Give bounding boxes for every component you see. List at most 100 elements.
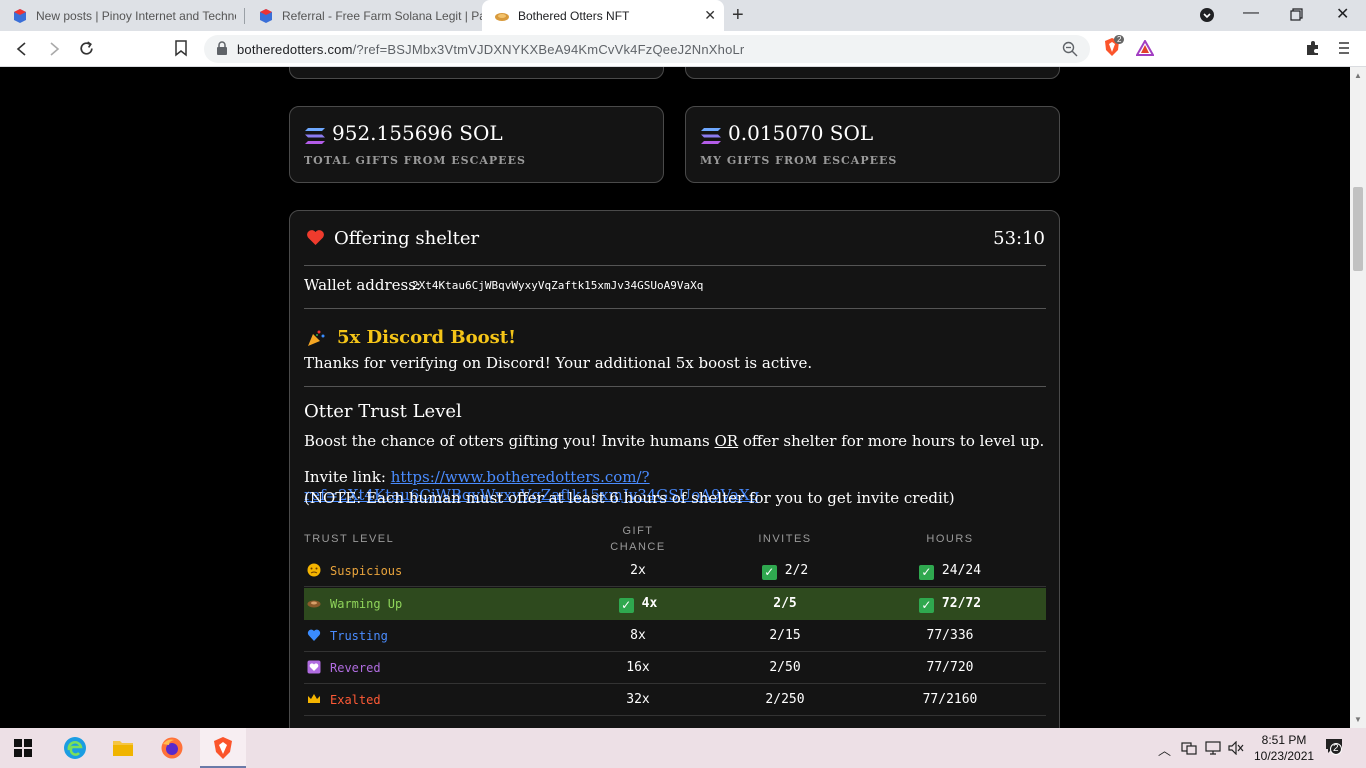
desc-part: Boost the chance of otters gifting you! … — [304, 432, 715, 450]
gift-chance: 2x — [630, 563, 646, 578]
clock-date: 10/23/2021 — [1254, 749, 1315, 763]
menu-icon[interactable] — [1338, 41, 1350, 55]
trust-row-trusting: Trusting 8x 2/15 77/336 — [304, 620, 1046, 652]
total-gifts-value: 952.155696 SOL — [332, 121, 503, 145]
header-trust-level: TRUST LEVEL — [304, 533, 395, 545]
hours-cell: ✓ 24/24 — [900, 563, 1000, 580]
show-hidden-icons[interactable]: ︿ — [1158, 740, 1171, 759]
discord-boost-title: 5x Discord Boost! — [337, 327, 516, 348]
check-icon: ✓ — [761, 565, 777, 580]
file-explorer-icon[interactable] — [111, 736, 135, 760]
volume-muted-icon[interactable] — [1228, 741, 1244, 755]
brave-rewards-icon[interactable] — [1136, 40, 1154, 56]
trust-row-warming-up: Warming Up ✓ 4x 2/5 ✓ 72/72 — [304, 588, 1046, 620]
firefox-icon[interactable] — [160, 736, 184, 760]
brave-shields-button[interactable]: 2 — [1102, 35, 1125, 59]
gift-chance: 8x — [630, 628, 646, 643]
invites-cell: ✓ 2/2 — [735, 563, 835, 580]
gift-chance: 4x — [641, 596, 658, 611]
hours-value: 77/336 — [926, 628, 974, 643]
trust-row-suspicious: Suspicious 2x ✓ 2/2 ✓ 24/24 — [304, 555, 1046, 587]
hours-cell: ✓ 72/72 — [900, 596, 1000, 613]
invites-value: 2/250 — [765, 692, 805, 707]
notification-count: 2 — [1330, 743, 1342, 755]
new-tab-button[interactable]: + — [732, 4, 744, 27]
brave-taskbar-item[interactable] — [200, 728, 246, 768]
extensions-puzzle-icon[interactable] — [1305, 40, 1321, 56]
solana-icon — [305, 128, 325, 144]
shelter-title: Offering shelter — [334, 228, 480, 249]
total-gifts-card: 952.155696 SOL TOTAL GIFTS FROM ESCAPEES — [289, 106, 664, 183]
minimize-icon[interactable]: — — [1243, 4, 1259, 22]
tab-bar: New posts | Pinoy Internet and Techno Re… — [0, 0, 1366, 31]
windows-start-icon[interactable] — [14, 739, 32, 757]
network-monitor-icon[interactable] — [1204, 741, 1222, 755]
tab-title: New posts | Pinoy Internet and Techno — [36, 8, 236, 23]
desc-part: offer shelter for more hours to level up… — [738, 432, 1045, 450]
network-device-icon[interactable] — [1181, 741, 1197, 755]
gift-chance: 32x — [626, 692, 650, 707]
scroll-up-icon[interactable]: ▲ — [1354, 71, 1362, 80]
solana-icon — [701, 128, 721, 144]
zoom-icon[interactable] — [1062, 41, 1078, 57]
restore-icon[interactable] — [1290, 8, 1303, 21]
total-gifts-label: TOTAL GIFTS FROM ESCAPEES — [304, 154, 526, 167]
heart-icon — [307, 230, 324, 245]
trust-level-name: Trusting — [330, 629, 388, 643]
edge-browser-icon[interactable] — [63, 736, 87, 760]
invite-note: (NOTE: Each human must offer at least 6 … — [304, 489, 955, 507]
hours-value: 72/72 — [941, 596, 982, 611]
trust-level-name: Suspicious — [330, 564, 403, 578]
forward-icon[interactable] — [46, 41, 62, 57]
tab-pinoy-internet[interactable]: New posts | Pinoy Internet and Techno — [0, 0, 244, 31]
clock-time: 8:51 PM — [1261, 733, 1307, 747]
crown-icon — [308, 694, 320, 703]
my-gifts-label: MY GIFTS FROM ESCAPEES — [700, 154, 898, 167]
blue-heart-icon — [307, 629, 321, 641]
check-icon: ✓ — [918, 598, 934, 613]
wallet-label: Wallet address: — [304, 276, 421, 294]
header-hours: HOURS — [926, 533, 974, 545]
party-popper-icon — [308, 330, 325, 346]
back-icon[interactable] — [14, 41, 30, 57]
check-icon: ✓ — [918, 565, 934, 580]
close-tab-icon[interactable]: ✕ — [704, 7, 716, 24]
check-icon: ✓ — [618, 598, 634, 613]
trust-row-revered: Revered 16x 2/50 77/720 — [304, 652, 1046, 684]
tab-referral[interactable]: Referral - Free Farm Solana Legit | Pag — [246, 0, 482, 31]
action-center-button[interactable]: 2 — [1325, 738, 1345, 758]
heart-decoration-icon — [307, 660, 321, 674]
scrollbar-thumb[interactable] — [1353, 187, 1363, 271]
invite-label: Invite link: — [304, 468, 391, 486]
gift-chance-cell: ✓ 4x — [588, 596, 688, 613]
url-domain: botheredotters.com — [237, 42, 353, 57]
browser-toolbar: botheredotters.com/?ref=BSJMbx3VtmVJDXNY… — [0, 31, 1366, 67]
scroll-down-icon[interactable]: ▼ — [1354, 715, 1362, 724]
lock-icon — [217, 41, 227, 55]
header-chance: CHANCE — [610, 541, 666, 553]
tab-search-icon[interactable] — [1199, 7, 1215, 23]
reload-icon[interactable] — [78, 40, 95, 57]
hours-value: 77/2160 — [922, 692, 978, 707]
stat-card-top-right — [685, 67, 1060, 79]
trust-level-title: Otter Trust Level — [304, 401, 462, 422]
suspicious-face-icon — [307, 563, 321, 577]
close-window-icon[interactable]: ✕ — [1336, 4, 1349, 24]
bookmark-icon[interactable] — [174, 40, 188, 57]
brave-icon — [214, 737, 232, 759]
invites-value: 2/2 — [784, 563, 809, 578]
invites-value: 2/15 — [769, 628, 801, 643]
url-text: botheredotters.com/?ref=BSJMbx3VtmVJDXNY… — [237, 42, 744, 57]
address-bar[interactable]: botheredotters.com/?ref=BSJMbx3VtmVJDXNY… — [204, 35, 1090, 63]
shelter-card: Offering shelter 53:10 Wallet address: 2… — [289, 210, 1060, 728]
wallet-address: 2Xt4Ktau6CjWBqvWyxyVqZaftk15xmJv34GSUoA9… — [412, 279, 704, 292]
my-gifts-card: 0.015070 SOL MY GIFTS FROM ESCAPEES — [685, 106, 1060, 183]
invites-value: 2/50 — [769, 660, 801, 675]
gift-chance: 16x — [626, 660, 650, 675]
desc-or: OR — [714, 432, 739, 450]
page-scrollbar[interactable]: ▲ ▼ — [1350, 67, 1366, 728]
url-path: /?ref=BSJMbx3VtmVJDXNYKXBeA94KmCvVk4FzQe… — [352, 42, 745, 57]
system-clock[interactable]: 8:51 PM 10/23/2021 — [1254, 732, 1314, 764]
header-gift: GIFT — [622, 525, 654, 537]
tab-bothered-otters[interactable]: Bothered Otters NFT ✕ — [482, 0, 724, 31]
